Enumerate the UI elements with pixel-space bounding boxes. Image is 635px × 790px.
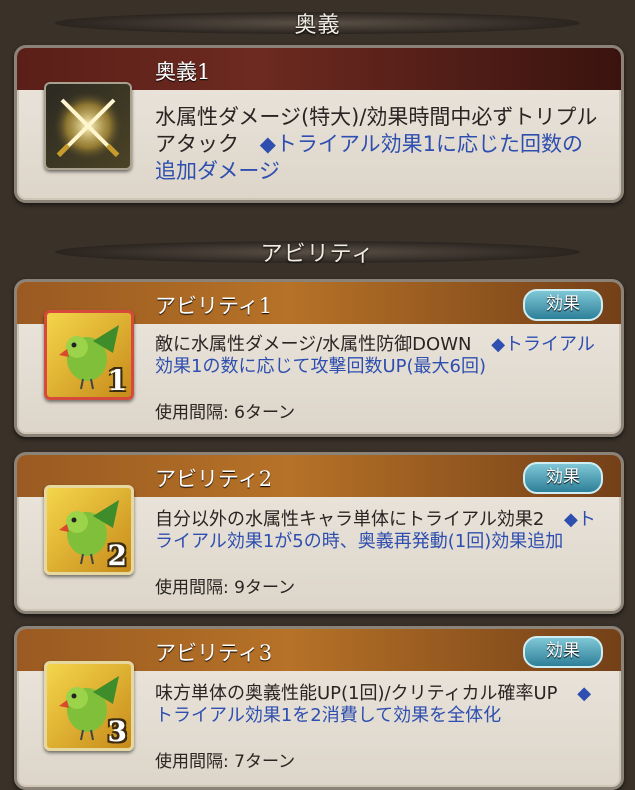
ability-description-main: 味方単体の奥義性能UP(1回)/クリティカル確率UP [155,683,558,704]
parrot-icon: 1 [44,310,134,400]
crossed-swords-icon [44,82,132,170]
ability-name: アビリティ3 [155,641,273,665]
ability-name: アビリティ1 [155,294,273,318]
ability-description: 味方単体の奥義性能UP(1回)/クリティカル確率UP ◆トライアル効果1を2消費… [155,683,603,727]
ability-level: 1 [107,364,127,397]
effect-button[interactable]: 効果 [523,636,603,668]
ougi-name: 奥義1 [155,60,211,84]
ability-description: 自分以外の水属性キャラ単体にトライアル効果2 ◆トライアル効果1が5の時、奥義再… [155,509,603,553]
effect-button[interactable]: 効果 [523,462,603,494]
ability-card-3[interactable]: アビリティ3 効果 3 味方単体の奥義性能UP(1回)/クリティカル確率UP ◆… [14,626,624,790]
ougi-section-header: 奥義 [0,2,635,44]
ability-level: 3 [107,715,127,748]
ougi-section-title: 奥義 [294,13,341,38]
ability-interval: 使用間隔: 6ターン [155,403,296,423]
ability-description-main: 敵に水属性ダメージ/水属性防御DOWN [155,334,472,355]
ability-description: 敵に水属性ダメージ/水属性防御DOWN ◆トライアル効果1の数に応じて攻撃回数U… [155,334,603,378]
ability-interval: 使用間隔: 9ターン [155,578,296,598]
ability-section-header: アビリティ [0,231,635,273]
ougi-description: 水属性ダメージ(特大)/効果時間中必ずトリプルアタック ◆トライアル効果1に応じ… [155,104,603,185]
ability-card-2[interactable]: アビリティ2 効果 2 自分以外の水属性キャラ単体にトライアル効果2 ◆トライア… [14,452,624,614]
ability-level: 2 [107,539,127,572]
parrot-icon: 2 [44,485,134,575]
ougi-card[interactable]: 奥義1 水属性ダメージ(特大)/効果時間中必ずトリプルアタック ◆トライアル効果… [14,45,624,203]
parrot-icon: 3 [44,661,134,751]
ability-name: アビリティ2 [155,467,273,491]
ability-card-1[interactable]: アビリティ1 効果 1 敵に水属性ダメージ/水属性防御DOWN ◆トライアル効果… [14,279,624,437]
effect-button[interactable]: 効果 [523,289,603,321]
ability-description-main: 自分以外の水属性キャラ単体にトライアル効果2 [155,509,545,530]
ability-section-title: アビリティ [260,242,375,267]
ability-interval: 使用間隔: 7ターン [155,752,296,772]
